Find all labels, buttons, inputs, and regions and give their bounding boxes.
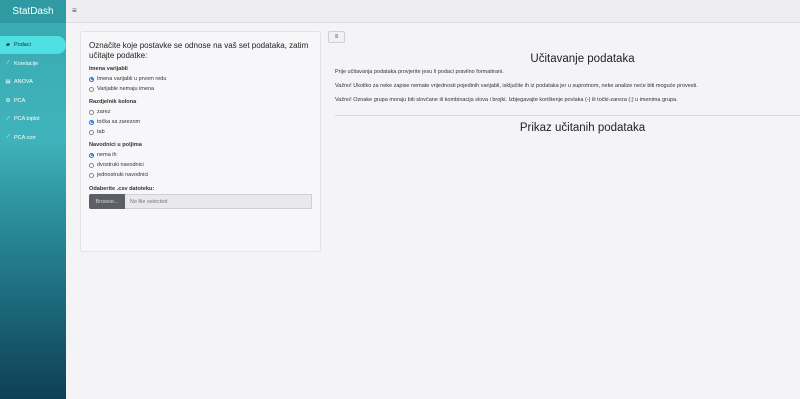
radio-icon[interactable] bbox=[89, 162, 94, 168]
radio-option[interactable]: točka sa zarezom bbox=[89, 117, 312, 127]
radio-option[interactable]: jednostruki navodnici bbox=[89, 170, 312, 180]
sidebar-toggle-icon[interactable]: ≡ bbox=[72, 6, 77, 15]
warning-paragraph: Važno! Oznake grupa moraju biti slovčane… bbox=[335, 97, 678, 103]
radio-option[interactable]: Varijable nemaju imena bbox=[89, 84, 312, 94]
radio-option[interactable]: nema ih bbox=[89, 150, 312, 160]
radio-option[interactable]: Imena varijabli u prvom redu bbox=[89, 74, 312, 84]
sidebar-item-label: ANOVA bbox=[14, 79, 33, 85]
divider bbox=[335, 115, 800, 116]
app-brand: StatDash bbox=[0, 0, 66, 23]
radio-label: dvostruki navodnici bbox=[97, 162, 144, 168]
sidebar-item-pca-biplot[interactable]: ⟋ PCA biplot bbox=[0, 110, 66, 128]
panel-title: Označite koje postavke se odnose na vaš … bbox=[89, 41, 309, 60]
radio-icon[interactable] bbox=[89, 86, 94, 92]
sidebar-item-podaci[interactable]: ▰ Podaci bbox=[0, 36, 66, 54]
gear-icon: ⚙ bbox=[5, 97, 11, 104]
sidebar-item-label: PCA corr bbox=[14, 134, 37, 141]
header-group-label: Imena varijabli bbox=[89, 66, 128, 72]
import-settings-panel: Označite koje postavke se odnose na vaš … bbox=[80, 31, 321, 252]
radio-label: Varijable nemaju imena bbox=[97, 86, 155, 92]
sidebar-item-pca-corr[interactable]: ⟋ PCA corr bbox=[0, 129, 66, 147]
line-chart-icon: ⟋ bbox=[6, 134, 10, 140]
sidebar-item-label: PCA bbox=[14, 97, 26, 104]
folder-open-icon: ▰ bbox=[5, 42, 11, 48]
menu-button[interactable]: ≡ bbox=[328, 31, 345, 43]
table-icon: ▤ bbox=[5, 79, 11, 85]
sidebar-item-label: Podaci bbox=[14, 42, 31, 48]
radio-label: nema ih bbox=[97, 152, 117, 158]
radio-label: jednostruki navodnici bbox=[97, 172, 149, 178]
top-bar: ≡ bbox=[66, 0, 800, 23]
radio-option[interactable]: tab bbox=[89, 127, 312, 137]
radio-icon[interactable] bbox=[89, 172, 94, 178]
line-chart-icon: ⟋ bbox=[6, 60, 10, 66]
line-chart-icon: ⟋ bbox=[6, 115, 10, 122]
radio-label: točka sa zarezom bbox=[97, 119, 141, 125]
sidebar-item-korelacije[interactable]: ⟋ Korelacije bbox=[0, 55, 66, 73]
sep-group-label: Razdjelnik kolona bbox=[89, 99, 137, 105]
quote-group-label: Navodnici u poljima bbox=[89, 142, 142, 148]
radio-icon[interactable] bbox=[89, 109, 94, 115]
radio-option[interactable]: dvostruki navodnici bbox=[89, 160, 312, 170]
sidebar-item-anova[interactable]: ▤ ANOVA bbox=[0, 73, 66, 91]
section-title: Prikaz učitanih podataka bbox=[519, 122, 646, 134]
sidebar-nav: ▰ Podaci ⟋ Korelacije ▤ ANOVA ⚙ PCA ⟋ PC… bbox=[0, 36, 66, 147]
browse-button[interactable]: Browse... bbox=[89, 194, 125, 209]
radio-icon[interactable] bbox=[89, 129, 94, 135]
sidebar: StatDash ▰ Podaci ⟋ Korelacije ▤ ANOVA ⚙… bbox=[0, 0, 66, 399]
radio-selected-icon[interactable] bbox=[89, 152, 94, 158]
radio-selected-icon[interactable] bbox=[89, 76, 94, 82]
sidebar-item-label: Korelacije bbox=[14, 60, 39, 67]
warning-paragraph: Važno! Ukoliko za neke zapise nemate vri… bbox=[335, 83, 698, 89]
page-title: Učitavanje podataka bbox=[530, 53, 635, 65]
file-label: Odaberite .csv datoteku: bbox=[89, 186, 155, 192]
file-name-field[interactable]: No file selected bbox=[124, 194, 312, 209]
radio-label: Imena varijabli u prvom redu bbox=[97, 76, 167, 82]
radio-selected-icon[interactable] bbox=[89, 119, 94, 125]
sidebar-item-label: PCA biplot bbox=[14, 116, 40, 122]
radio-option[interactable]: zarez bbox=[89, 107, 312, 117]
info-paragraph: Prije učitavanja podataka provjerite jes… bbox=[335, 69, 504, 75]
sidebar-item-pca[interactable]: ⚙ PCA bbox=[0, 92, 66, 110]
file-input[interactable]: Browse... No file selected bbox=[89, 194, 312, 209]
radio-label: zarez bbox=[97, 109, 111, 115]
radio-label: tab bbox=[97, 129, 105, 135]
